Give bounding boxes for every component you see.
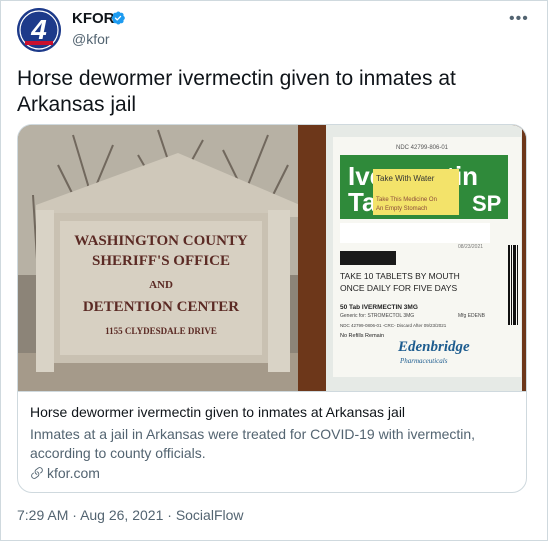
sign-line-3: AND bbox=[149, 279, 173, 291]
bottle-mfg: Mfg EDENB bbox=[458, 313, 486, 319]
user-handle[interactable]: @kfor bbox=[72, 31, 110, 47]
bottle-big-text-2: Ta bbox=[348, 187, 377, 217]
sign-line-4: DETENTION CENTER bbox=[83, 299, 239, 315]
sign-line-2: SHERIFF'S OFFICE bbox=[92, 253, 230, 269]
separator-2: · bbox=[167, 507, 172, 523]
bottle-big-text-3: SP bbox=[472, 191, 501, 216]
separator-1: · bbox=[72, 507, 77, 523]
bottle-ndc-line: NDC 42799-0806-01 -CRC- Discard After 09… bbox=[340, 323, 447, 328]
card-body[interactable]: Horse dewormer ivermectin given to inmat… bbox=[18, 391, 526, 492]
bottle-generic-line: Generic for: STROMECTOL 3MG bbox=[340, 313, 414, 319]
verified-badge-icon bbox=[111, 11, 125, 25]
tweet-time[interactable]: 7:29 AM bbox=[17, 507, 68, 523]
bottle-ndc: NDC 42799-806-01 bbox=[396, 145, 449, 151]
card-domain-text[interactable]: kfor.com bbox=[47, 465, 100, 481]
bottle-tab-line: 50 Tab IVERMECTIN 3MG bbox=[340, 304, 418, 311]
sign-line-5: 1155 CLYDESDALE DRIVE bbox=[105, 326, 217, 336]
bottle-brand: Edenbridge bbox=[397, 339, 470, 355]
kfor-logo-icon: 4 bbox=[17, 8, 61, 52]
more-options-icon[interactable]: ••• bbox=[509, 10, 529, 28]
bottle-instructions-1: TAKE 10 TABLETS BY MOUTH bbox=[340, 271, 460, 281]
avatar[interactable]: 4 bbox=[17, 8, 61, 52]
bottle-brand-sub: Pharmaceuticals bbox=[399, 357, 448, 365]
bottle-date: 08/23/2021 bbox=[458, 244, 483, 250]
sticker-line-1: Take With Water bbox=[376, 174, 435, 183]
card-title[interactable]: Horse dewormer ivermectin given to inmat… bbox=[30, 404, 405, 420]
sign-line-1: WASHINGTON COUNTY bbox=[74, 233, 248, 249]
sticker-line-2: Take This Medicine On bbox=[376, 197, 437, 203]
tweet-date[interactable]: Aug 26, 2021 bbox=[80, 507, 163, 523]
link-icon bbox=[31, 467, 43, 479]
sticker-line-3: An Empty Stomach bbox=[376, 206, 427, 212]
avatar-number: 4 bbox=[30, 14, 47, 45]
card-description: Inmates at a jail in Arkansas were treat… bbox=[30, 426, 476, 461]
tweet-timestamp: 7:29 AM · Aug 26, 2021 · SocialFlow bbox=[17, 507, 244, 523]
bottle-refills: No Refills Remain bbox=[340, 333, 384, 339]
tweet-text: Horse dewormer ivermectin given to inmat… bbox=[17, 67, 456, 116]
card-domain[interactable]: kfor.com bbox=[30, 465, 100, 481]
bottle-instructions-2: ONCE DAILY FOR FIVE DAYS bbox=[340, 283, 457, 293]
card-image[interactable]: WASHINGTON COUNTY SHERIFF'S OFFICE AND D… bbox=[18, 125, 526, 391]
display-name[interactable]: KFOR bbox=[72, 10, 115, 27]
link-card[interactable]: WASHINGTON COUNTY SHERIFF'S OFFICE AND D… bbox=[17, 124, 527, 493]
tweet-source[interactable]: SocialFlow bbox=[176, 507, 244, 523]
